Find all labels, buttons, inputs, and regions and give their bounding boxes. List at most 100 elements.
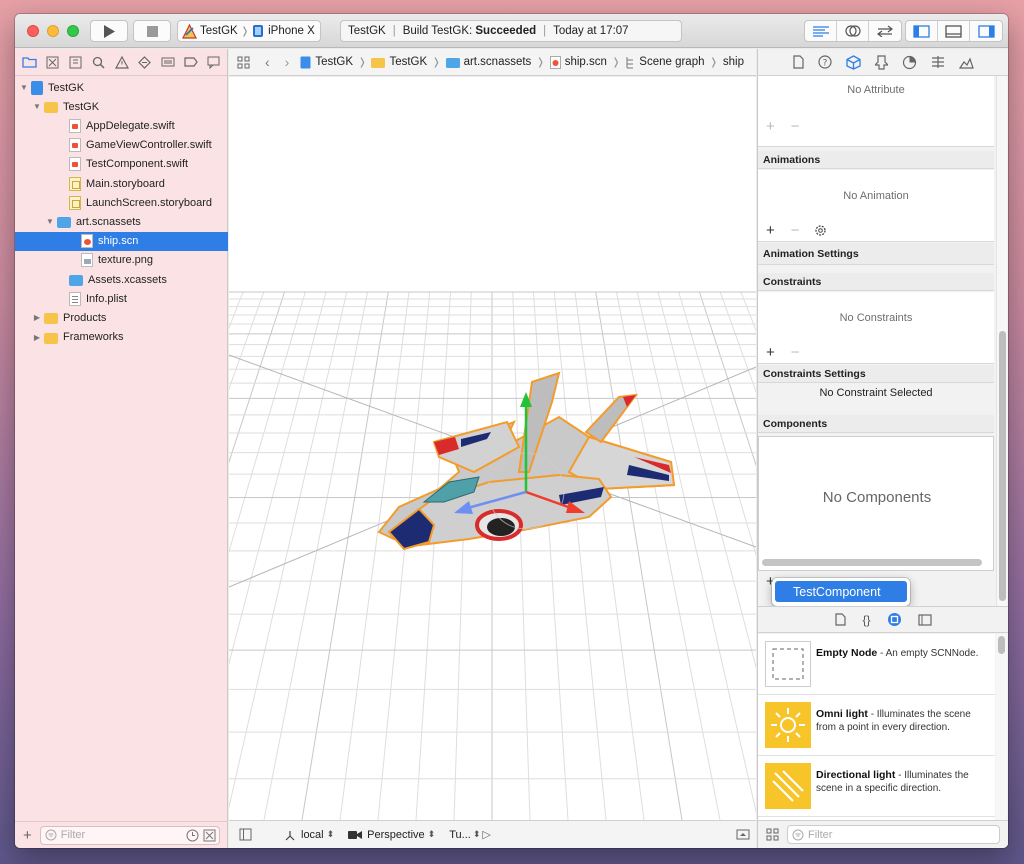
breadcrumb-file[interactable]: ship.scn — [549, 55, 607, 69]
file-tree-row[interactable]: ▶ Products — [15, 308, 228, 327]
file-tree-row[interactable]: ▼ art.scnassets — [15, 212, 228, 231]
toggle-utilities-button[interactable] — [970, 21, 1002, 41]
menu-item-test-component[interactable]: TestComponent — [775, 581, 907, 602]
run-button[interactable] — [90, 20, 128, 42]
source-control-tab[interactable] — [44, 54, 61, 71]
back-arrow-icon[interactable]: ‹ — [265, 54, 270, 70]
jump-bar: ‹ › TestGK ❭ TestGK ❭ art.scnassets ❭ sh… — [229, 49, 756, 76]
project-navigator-tab[interactable] — [21, 54, 38, 71]
camera-popup[interactable]: Perspective — [367, 829, 424, 841]
swift-file-icon — [69, 138, 81, 153]
eject-panel-icon[interactable] — [736, 829, 750, 840]
navigator-filter-field[interactable]: Filter — [39, 825, 220, 845]
disclosure-closed-icon[interactable]: ▶ — [32, 333, 42, 342]
library-item[interactable]: Empty Node - An empty SCNNode. — [758, 635, 995, 695]
source-control-filter-icon[interactable] — [203, 829, 216, 842]
breakpoint-navigator-tab[interactable] — [182, 54, 199, 71]
breadcrumb-node[interactable]: ship — [723, 56, 744, 68]
file-tree-label: Products — [63, 311, 107, 324]
object-library-icon[interactable] — [887, 612, 902, 627]
add-file-button[interactable]: + — [23, 827, 32, 844]
version-editor-button[interactable] — [869, 21, 901, 41]
help-icon[interactable]: ? — [817, 55, 832, 69]
file-tree-label: ship.scn — [98, 235, 139, 248]
grid-view-icon[interactable] — [766, 828, 779, 841]
library-scrollbar[interactable] — [996, 634, 1007, 820]
file-tree-row[interactable]: ▶ Frameworks — [15, 328, 228, 347]
breadcrumb-scnassets[interactable]: art.scnassets — [445, 56, 531, 68]
plist-icon — [69, 291, 81, 306]
library-scroll-thumb[interactable] — [998, 636, 1005, 654]
related-items-icon[interactable] — [237, 56, 250, 69]
mode-popup[interactable]: Tu... — [449, 829, 471, 841]
attributes-icon[interactable] — [931, 55, 945, 69]
toggle-debug-area-button[interactable] — [938, 21, 970, 41]
add-attribute-button[interactable]: + — [766, 118, 775, 135]
file-tree-row[interactable]: AppDelegate.swift — [15, 116, 228, 135]
issue-navigator-tab[interactable] — [113, 54, 130, 71]
code-snippet-icon[interactable]: {} — [862, 613, 870, 627]
library-item[interactable]: Omni light - Illuminates the scene from … — [758, 696, 995, 756]
breadcrumb-project[interactable]: TestGK — [300, 56, 353, 69]
camera-icon — [348, 830, 363, 839]
file-tree-row[interactable]: Assets.xcassets — [15, 270, 228, 289]
assistant-editor-button[interactable] — [837, 21, 869, 41]
standard-editor-button[interactable] — [805, 21, 837, 41]
file-tree-row[interactable]: ship.scn — [15, 231, 228, 251]
file-tree-row[interactable]: ▼ TestGK — [15, 78, 228, 97]
file-tree-row[interactable]: GameViewController.swift — [15, 136, 228, 155]
disclosure-open-icon[interactable]: ▼ — [19, 83, 29, 92]
components-section: No Components — [758, 436, 994, 571]
disclosure-open-icon[interactable]: ▼ — [32, 102, 42, 111]
file-tree-row[interactable]: LaunchScreen.storyboard — [15, 193, 228, 212]
file-template-icon[interactable] — [835, 613, 847, 626]
disclosure-closed-icon[interactable]: ▶ — [32, 313, 42, 322]
inspector-scroll-thumb[interactable] — [999, 331, 1006, 601]
file-tree-row[interactable]: Main.storyboard — [15, 174, 228, 193]
remove-attribute-button[interactable]: − — [791, 118, 800, 135]
library-item-description: - An empty SCNNode. — [877, 648, 979, 659]
material-icon[interactable] — [902, 55, 917, 70]
zoom-window-button[interactable] — [67, 25, 79, 37]
file-tree-row[interactable]: ▼ TestGK — [15, 97, 228, 116]
scheme-selector[interactable]: TestGK ❭ iPhone X — [177, 20, 321, 42]
remove-constraint-button[interactable]: − — [791, 344, 800, 361]
project-icon — [300, 56, 311, 68]
coordinate-space-popup[interactable]: local — [301, 829, 324, 841]
gear-icon[interactable] — [814, 224, 827, 237]
minimize-window-button[interactable] — [47, 25, 59, 37]
add-constraint-button[interactable]: + — [766, 344, 775, 361]
symbol-navigator-tab[interactable] — [67, 54, 84, 71]
toggle-navigator-button[interactable] — [906, 21, 938, 41]
file-tree-row[interactable]: texture.png — [15, 251, 228, 270]
breadcrumb-scene-graph[interactable]: Scene graph — [625, 56, 705, 69]
recent-files-icon[interactable] — [186, 829, 199, 842]
forward-arrow-icon[interactable]: › — [285, 54, 290, 70]
file-tree-row[interactable]: Info.plist — [15, 289, 228, 308]
scene-inspector-icon[interactable] — [958, 56, 974, 69]
remove-animation-button[interactable]: − — [791, 222, 800, 239]
report-navigator-tab[interactable] — [205, 54, 222, 71]
inspector-scrollbar[interactable] — [996, 76, 1007, 631]
cube-icon[interactable] — [845, 54, 861, 70]
breadcrumb-group[interactable]: TestGK — [371, 56, 427, 68]
add-animation-button[interactable]: + — [766, 222, 775, 239]
file-tree-row[interactable]: TestComponent.swift — [15, 155, 228, 174]
components-horizontal-scrollbar[interactable] — [762, 559, 982, 566]
image-file-icon — [81, 253, 93, 268]
close-window-button[interactable] — [27, 25, 39, 37]
media-library-icon[interactable] — [917, 613, 932, 626]
scene-viewport[interactable] — [229, 77, 756, 820]
library-item[interactable]: Directional light - Illuminates the scen… — [758, 757, 995, 817]
find-navigator-tab[interactable] — [90, 54, 107, 71]
disclosure-open-icon[interactable]: ▼ — [45, 217, 55, 226]
file-inspector-icon[interactable] — [792, 55, 804, 69]
scene-canvas[interactable] — [229, 77, 756, 820]
scene-graph-toggle-icon[interactable] — [239, 828, 252, 841]
library-filter-field[interactable]: Filter — [787, 825, 1000, 844]
physics-icon[interactable] — [874, 54, 888, 70]
stop-button[interactable] — [133, 20, 171, 42]
test-navigator-tab[interactable] — [136, 54, 153, 71]
debug-navigator-tab[interactable] — [159, 54, 176, 71]
play-scene-icon[interactable]: ▷ — [482, 828, 490, 841]
